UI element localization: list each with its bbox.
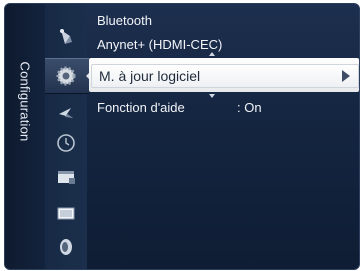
scroll-down-indicator xyxy=(209,94,215,98)
screenshot-frame: Configuration Bluetooth Anynet+ (HDMI-CE… xyxy=(0,0,361,271)
menu-item-help-function[interactable]: Fonction d'aide xyxy=(97,100,185,115)
setup-gear-icon[interactable] xyxy=(55,65,77,87)
tv-screen-icon[interactable] xyxy=(55,202,77,224)
section-title-strip: Configuration xyxy=(5,4,45,269)
selection-highlight: M. à jour logiciel xyxy=(91,64,359,88)
settings-menu-list: Bluetooth Anynet+ (HDMI-CEC) M. à jour l… xyxy=(89,4,359,269)
osd-menu-panel: Configuration Bluetooth Anynet+ (HDMI-CE… xyxy=(4,3,360,270)
section-title: Configuration xyxy=(17,61,33,142)
input-icon[interactable] xyxy=(55,102,77,124)
selected-category-tab[interactable] xyxy=(45,58,90,94)
menu-item-software-update-selected[interactable]: M. à jour logiciel xyxy=(89,58,359,92)
picture-icon[interactable] xyxy=(55,26,77,48)
menu-item-bluetooth[interactable]: Bluetooth xyxy=(97,13,152,28)
clock-icon[interactable] xyxy=(55,132,77,154)
menu-item-anynet[interactable]: Anynet+ (HDMI-CEC) xyxy=(97,37,222,52)
submenu-arrow-icon xyxy=(342,70,350,82)
channel-list-icon[interactable] xyxy=(55,166,77,188)
sound-icon[interactable] xyxy=(55,236,77,258)
help-function-value: : On xyxy=(237,100,262,115)
scroll-up-indicator xyxy=(209,52,215,56)
menu-item-software-update-label: M. à jour logiciel xyxy=(99,68,201,84)
